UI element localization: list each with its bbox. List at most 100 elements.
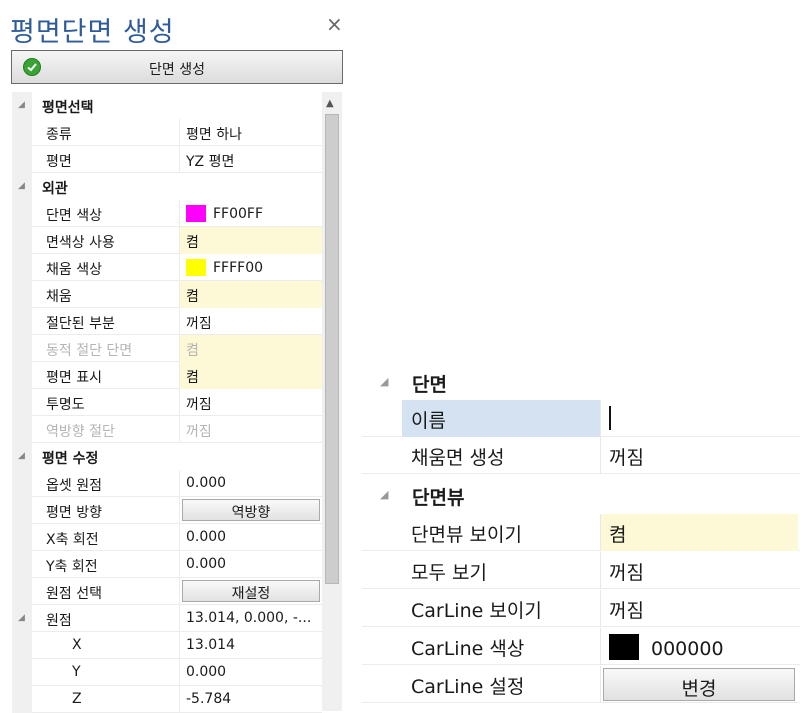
prop-row-plane-direction[interactable]: 평면 방향 역방향 bbox=[12, 497, 322, 524]
prop-row-fill[interactable]: 채움 켬 bbox=[12, 281, 322, 308]
section-creation-panel: 평면단면 생성 × 단면 생성 ◢ 평면선택 종류 평면 하나 평면 YZ 평면… bbox=[0, 0, 350, 713]
category-plane-select[interactable]: ◢ 평면선택 bbox=[12, 92, 322, 119]
reset-origin-button[interactable]: 재설정 bbox=[182, 580, 320, 602]
prop-name: 면색상 사용 bbox=[46, 235, 115, 251]
prop-name: Z bbox=[72, 691, 82, 707]
change-carline-button[interactable]: 변경 bbox=[603, 668, 795, 701]
prop-name: 단면뷰 보이기 bbox=[411, 524, 522, 546]
prop-row-kind[interactable]: 종류 평면 하나 bbox=[12, 119, 322, 146]
prop-value[interactable]: 0.000 bbox=[179, 470, 322, 497]
prop-value[interactable]: 켬 bbox=[179, 362, 322, 389]
prop-row-create-fill-face[interactable]: 채움면 생성 꺼짐 bbox=[362, 437, 800, 474]
prop-row-plane[interactable]: 평면 YZ 평면 bbox=[12, 146, 322, 173]
color-swatch bbox=[609, 634, 639, 660]
category-label: 평면선택 bbox=[42, 100, 94, 116]
prop-row-y-rotation[interactable]: Y축 회전 0.000 bbox=[12, 551, 322, 578]
create-section-label: 단면 생성 bbox=[149, 62, 205, 78]
prop-value[interactable]: 000000 bbox=[600, 628, 798, 665]
prop-row-origin[interactable]: ◢ 원점 13.014, 0.000, -... bbox=[12, 605, 322, 632]
panel-title: 평면단면 생성 bbox=[10, 17, 175, 48]
close-icon[interactable]: × bbox=[326, 12, 343, 36]
category-label: 단면뷰 bbox=[412, 487, 465, 509]
prop-value[interactable]: 0.000 bbox=[179, 659, 322, 686]
prop-row-origin-z[interactable]: Z -5.784 bbox=[12, 686, 322, 713]
prop-row-carline-color[interactable]: CarLine 색상 000000 bbox=[362, 628, 800, 665]
prop-row-x-rotation[interactable]: X축 회전 0.000 bbox=[12, 524, 322, 551]
scrollbar-thumb[interactable] bbox=[325, 114, 339, 584]
prop-name: 절단된 부분 bbox=[46, 316, 115, 332]
prop-value: 켬 bbox=[179, 335, 322, 362]
category-section-view[interactable]: ◢ 단면뷰 bbox=[362, 476, 800, 513]
prop-row-reverse-cut: 역방향 절단 꺼짐 bbox=[12, 416, 322, 443]
collapse-arrow-icon[interactable]: ◢ bbox=[18, 181, 25, 191]
prop-value[interactable]: 13.014, 0.000, -... bbox=[179, 605, 322, 632]
prop-row-name[interactable]: 이름 bbox=[362, 400, 800, 437]
prop-value[interactable]: 꺼짐 bbox=[600, 590, 798, 627]
prop-row-show-plane[interactable]: 평면 표시 켬 bbox=[12, 362, 322, 389]
prop-name: Y축 회전 bbox=[46, 559, 98, 575]
name-input[interactable] bbox=[600, 400, 798, 437]
prop-row-section-color[interactable]: 단면 색상 FF00FF bbox=[12, 200, 322, 227]
prop-value[interactable]: -5.784 bbox=[179, 686, 322, 713]
prop-name: 평면 방향 bbox=[46, 505, 102, 521]
prop-value[interactable]: 꺼짐 bbox=[600, 552, 798, 589]
prop-row-origin-select[interactable]: 원점 선택 재설정 bbox=[12, 578, 322, 605]
prop-name: 평면 bbox=[46, 154, 72, 170]
prop-row-transparency[interactable]: 투명도 꺼짐 bbox=[12, 389, 322, 416]
color-swatch bbox=[186, 259, 206, 276]
vertical-scrollbar[interactable]: ▲ bbox=[322, 92, 342, 711]
prop-value[interactable]: FF00FF bbox=[179, 200, 322, 227]
prop-value[interactable]: 0.000 bbox=[179, 524, 322, 551]
prop-value[interactable]: 켬 bbox=[179, 227, 322, 254]
prop-value[interactable]: 꺼짐 bbox=[179, 308, 322, 335]
reverse-direction-button[interactable]: 역방향 bbox=[182, 499, 320, 521]
prop-row-offset-origin[interactable]: 옵셋 원점 0.000 bbox=[12, 470, 322, 497]
prop-row-fill-color[interactable]: 채움 색상 FFFF00 bbox=[12, 254, 322, 281]
prop-value[interactable]: 꺼짐 bbox=[179, 389, 322, 416]
prop-value[interactable]: FFFF00 bbox=[179, 254, 322, 281]
category-plane-edit[interactable]: ◢ 평면 수정 bbox=[12, 443, 322, 470]
scroll-up-arrow-icon[interactable]: ▲ bbox=[326, 98, 334, 109]
prop-value[interactable]: 13.014 bbox=[179, 632, 322, 659]
prop-name: 이름 bbox=[402, 400, 600, 437]
collapse-arrow-icon[interactable]: ◢ bbox=[18, 451, 25, 461]
prop-name: CarLine 색상 bbox=[411, 638, 525, 660]
create-section-button[interactable]: 단면 생성 bbox=[11, 50, 343, 84]
category-appearance[interactable]: ◢ 외관 bbox=[12, 173, 322, 200]
prop-name: 평면 표시 bbox=[46, 370, 102, 386]
prop-value[interactable]: 켬 bbox=[179, 281, 322, 308]
collapse-arrow-icon[interactable]: ◢ bbox=[380, 375, 388, 388]
category-section[interactable]: ◢ 단면 bbox=[362, 363, 800, 400]
prop-value[interactable]: 켬 bbox=[600, 514, 798, 551]
prop-name: 모두 보기 bbox=[411, 562, 487, 584]
prop-name: 단면 색상 bbox=[46, 208, 102, 224]
prop-row-carline-settings[interactable]: CarLine 설정 변경 bbox=[362, 666, 800, 703]
prop-row-dynamic-cut: 동적 절단 단면 켬 bbox=[12, 335, 322, 362]
prop-row-origin-y[interactable]: Y 0.000 bbox=[12, 659, 322, 686]
color-hex: 000000 bbox=[651, 638, 724, 660]
color-hex: FFFF00 bbox=[213, 260, 264, 276]
prop-row-show-section-view[interactable]: 단면뷰 보이기 켬 bbox=[362, 514, 800, 551]
text-caret bbox=[609, 406, 611, 430]
prop-row-use-face-color[interactable]: 면색상 사용 켬 bbox=[12, 227, 322, 254]
prop-name: 채움면 생성 bbox=[411, 447, 505, 469]
prop-name: 채움 bbox=[46, 289, 72, 305]
prop-value[interactable]: 꺼짐 bbox=[600, 437, 798, 474]
section-properties-panel: ◢ 단면 이름 채움면 생성 꺼짐 ◢ 단면뷰 단면뷰 보이기 켬 모두 보기 … bbox=[362, 349, 800, 711]
category-label: 단면 bbox=[412, 374, 447, 396]
prop-row-cut-part[interactable]: 절단된 부분 꺼짐 bbox=[12, 308, 322, 335]
prop-value[interactable]: 0.000 bbox=[179, 551, 322, 578]
collapse-arrow-icon[interactable]: ◢ bbox=[18, 613, 25, 623]
prop-row-view-all[interactable]: 모두 보기 꺼짐 bbox=[362, 552, 800, 589]
prop-value[interactable]: 평면 하나 bbox=[179, 119, 322, 146]
color-swatch bbox=[186, 205, 206, 222]
prop-value[interactable]: YZ 평면 bbox=[179, 146, 322, 173]
prop-name: CarLine 보이기 bbox=[411, 600, 542, 622]
prop-row-origin-x[interactable]: X 13.014 bbox=[12, 632, 322, 659]
color-hex: FF00FF bbox=[213, 206, 264, 222]
prop-name: 역방향 절단 bbox=[46, 424, 115, 440]
prop-row-show-carline[interactable]: CarLine 보이기 꺼짐 bbox=[362, 590, 800, 627]
collapse-arrow-icon[interactable]: ◢ bbox=[18, 100, 25, 110]
prop-name: 옵셋 원점 bbox=[46, 478, 102, 494]
collapse-arrow-icon[interactable]: ◢ bbox=[380, 488, 388, 501]
